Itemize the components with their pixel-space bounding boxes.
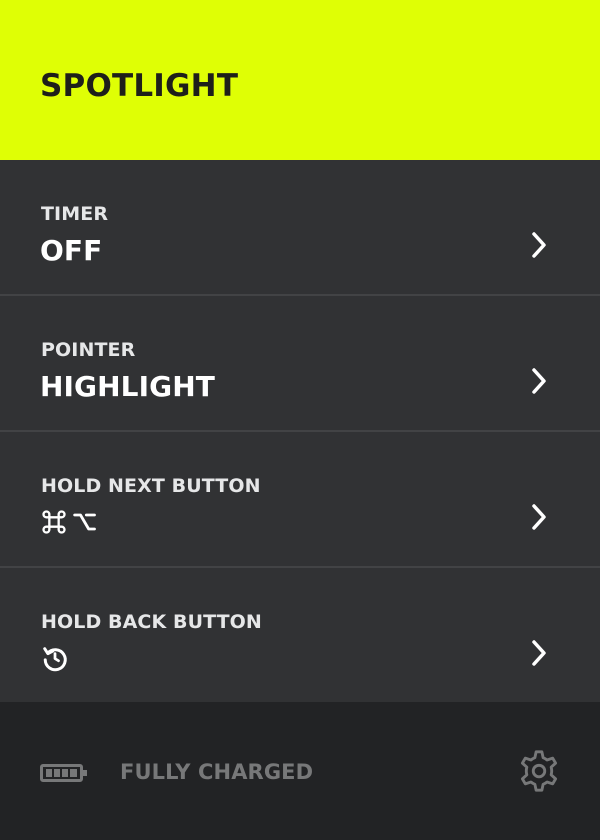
restart-icon (43, 647, 67, 672)
hold-next-shortcut (40, 506, 98, 538)
setting-row-timer[interactable]: TIMER OFF (0, 160, 600, 296)
command-icon (42, 510, 66, 534)
setting-label: HOLD BACK BUTTON (41, 611, 262, 633)
setting-value: HIGHLIGHT (40, 370, 215, 403)
option-icon (73, 513, 96, 531)
setting-value: OFF (40, 234, 103, 267)
gear-icon[interactable] (516, 748, 562, 794)
chevron-right-icon (532, 368, 546, 394)
chevron-right-icon (532, 232, 546, 258)
setting-label: POINTER (41, 339, 136, 361)
hold-back-shortcut (40, 642, 70, 674)
setting-row-hold-back-button[interactable]: HOLD BACK BUTTON (0, 568, 600, 702)
battery-full-icon (40, 764, 87, 782)
spotlight-panel: SPOTLIGHT TIMER OFF POINTER HIGHLIGHT HO… (0, 0, 600, 840)
header: SPOTLIGHT (0, 0, 600, 160)
battery-status: FULLY CHARGED (120, 760, 314, 784)
setting-row-hold-next-button[interactable]: HOLD NEXT BUTTON (0, 432, 600, 568)
setting-row-pointer[interactable]: POINTER HIGHLIGHT (0, 296, 600, 432)
setting-label: TIMER (41, 203, 109, 225)
status-footer: FULLY CHARGED (0, 704, 600, 840)
chevron-right-icon (532, 640, 546, 666)
setting-label: HOLD NEXT BUTTON (41, 475, 261, 497)
page-title: SPOTLIGHT (40, 68, 239, 104)
settings-list: TIMER OFF POINTER HIGHLIGHT HOLD NEXT BU… (0, 160, 600, 702)
chevron-right-icon (532, 504, 546, 530)
